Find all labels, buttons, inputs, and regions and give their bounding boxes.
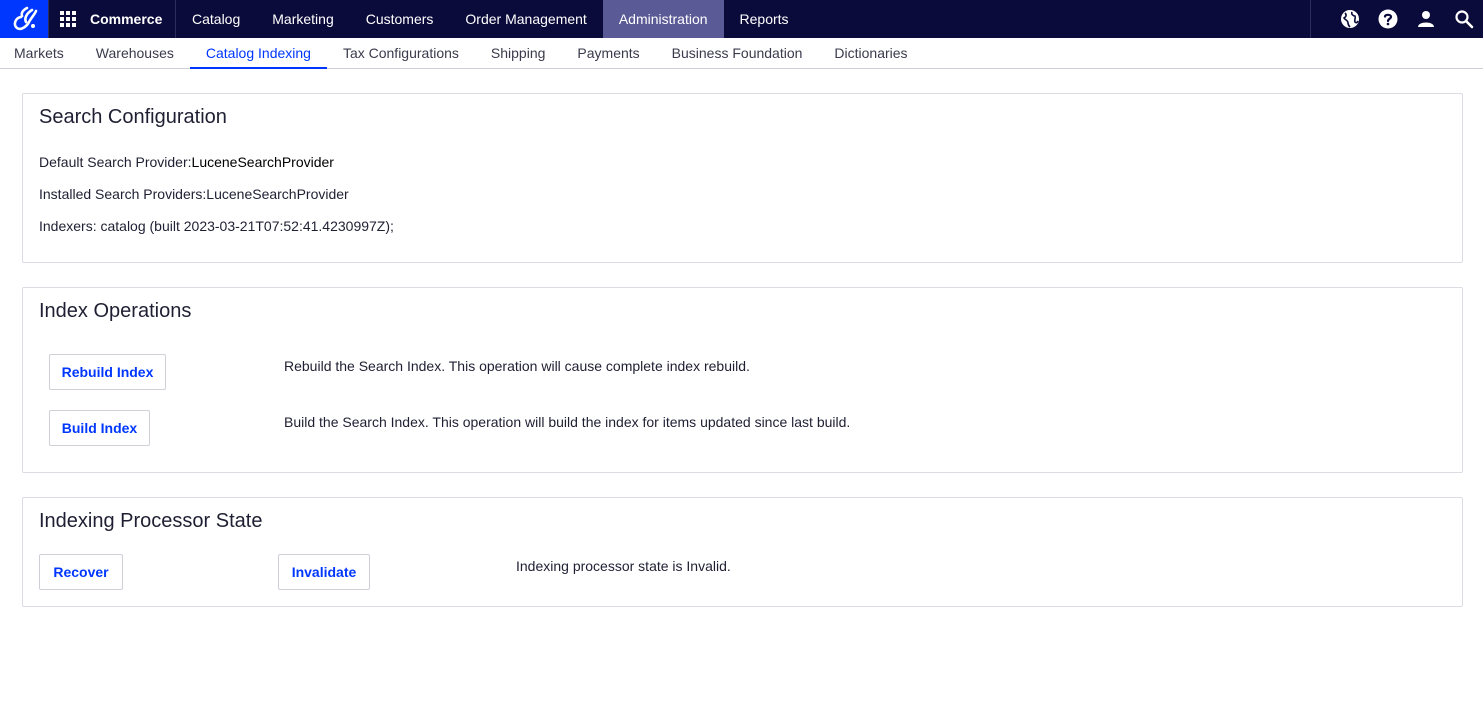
build-index-button[interactable]: Build Index [49, 410, 150, 446]
header-actions [1310, 0, 1483, 38]
user-icon[interactable] [1407, 0, 1445, 38]
recover-button[interactable]: Recover [39, 554, 123, 590]
rebuild-index-description: Rebuild the Search Index. This operation… [284, 358, 750, 374]
rebuild-index-button[interactable]: Rebuild Index [49, 354, 166, 390]
app-switcher[interactable]: Commerce [48, 0, 176, 38]
administration-subnav: Markets Warehouses Catalog Indexing Tax … [0, 38, 1483, 69]
default-search-provider: Default Search Provider:LuceneSearchProv… [39, 154, 334, 170]
top-navigation-bar: Commerce Catalog Marketing Customers Ord… [0, 0, 1483, 38]
panel-title: Index Operations [39, 300, 192, 322]
invalidate-button[interactable]: Invalidate [278, 554, 370, 590]
tab-tax-configurations[interactable]: Tax Configurations [327, 38, 475, 68]
nav-item-order-management[interactable]: Order Management [449, 0, 602, 38]
search-icon[interactable] [1445, 0, 1483, 38]
default-provider-value: LuceneSearchProvider [191, 154, 334, 170]
processor-state-status: Indexing processor state is Invalid. [516, 558, 731, 574]
tab-payments[interactable]: Payments [561, 38, 655, 68]
tab-catalog-indexing[interactable]: Catalog Indexing [189, 38, 327, 69]
nav-item-administration[interactable]: Administration [602, 0, 724, 38]
app-name: Commerce [90, 11, 163, 27]
tab-dictionaries[interactable]: Dictionaries [818, 38, 923, 68]
installed-search-providers: Installed Search Providers:LuceneSearchP… [39, 186, 349, 202]
main-nav: Catalog Marketing Customers Order Manage… [176, 0, 805, 38]
tab-business-foundation[interactable]: Business Foundation [656, 38, 819, 68]
indexers-info: Indexers: catalog (built 2023-03-21T07:5… [39, 218, 394, 234]
panel-title: Search Configuration [39, 106, 227, 128]
default-provider-label: Default Search Provider: [39, 154, 192, 170]
build-index-description: Build the Search Index. This operation w… [284, 414, 851, 430]
globe-icon[interactable] [1331, 0, 1369, 38]
search-configuration-panel: Search Configuration Default Search Prov… [22, 93, 1463, 263]
nav-item-customers[interactable]: Customers [350, 0, 450, 38]
tab-warehouses[interactable]: Warehouses [80, 38, 190, 68]
nav-item-marketing[interactable]: Marketing [256, 0, 349, 38]
help-icon[interactable] [1369, 0, 1407, 38]
index-operations-panel: Index Operations Rebuild Index Rebuild t… [22, 287, 1463, 473]
optimizely-logo-icon[interactable] [0, 0, 48, 38]
nav-item-reports[interactable]: Reports [724, 0, 805, 38]
tab-markets[interactable]: Markets [14, 38, 80, 68]
nav-item-catalog[interactable]: Catalog [176, 0, 256, 38]
panel-title: Indexing Processor State [39, 510, 263, 532]
indexing-processor-state-panel: Indexing Processor State Recover Invalid… [22, 497, 1463, 607]
app-grid-icon[interactable] [60, 11, 76, 27]
tab-shipping[interactable]: Shipping [475, 38, 562, 68]
